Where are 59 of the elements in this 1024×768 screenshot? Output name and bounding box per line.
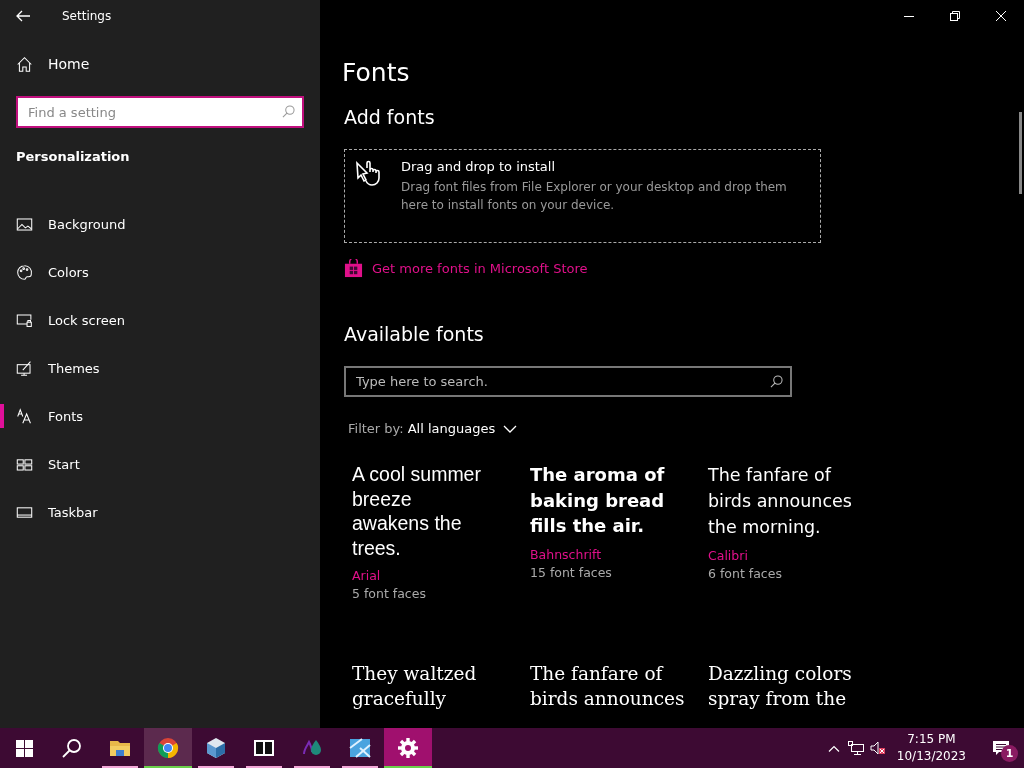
font-preview[interactable]: The aroma of baking bread fills the air.	[530, 462, 708, 539]
store-link[interactable]: Get more fonts in Microsoft Store	[372, 261, 588, 276]
scrollbar-thumb[interactable]	[1019, 112, 1022, 194]
notification-badge: 1	[1001, 745, 1018, 762]
drop-zone-description: Drag font files from File Explorer or your desktop and drop them here to install fonts on your device.	[401, 179, 788, 214]
back-arrow-icon	[16, 10, 30, 22]
font-face-count: 5 font faces	[352, 586, 427, 601]
lock-icon	[16, 311, 33, 329]
window-title: Settings	[62, 9, 112, 23]
taskbar-app[interactable]	[144, 728, 192, 768]
language-dropdown[interactable]: All languages	[407, 421, 496, 436]
themes-icon	[16, 359, 33, 377]
notifications-button[interactable]: 1	[978, 728, 1024, 768]
font-preview[interactable]: They waltzed gracefully	[352, 662, 530, 711]
settings-search-field[interactable]: Find a setting	[16, 96, 304, 128]
font-name: Calibri	[708, 548, 749, 563]
window-grid-icon	[348, 736, 372, 760]
palette-icon	[16, 263, 33, 281]
font-preview[interactable]: Dazzling colors spray from the	[708, 662, 886, 711]
font-preview[interactable]: The fanfare of birds announces the morning.	[708, 462, 886, 540]
search-icon	[62, 738, 82, 758]
settings-icon	[396, 736, 420, 760]
section-heading: Personalization	[15, 148, 131, 166]
font-preview[interactable]: The fanfare of birds announces	[530, 662, 708, 711]
home-icon	[16, 55, 33, 73]
minimize-icon	[904, 15, 914, 17]
browser-icon	[156, 736, 180, 760]
font-name: Arial	[352, 568, 382, 583]
nav-item[interactable]: Themes	[0, 344, 320, 392]
home-nav-item[interactable]: Home	[0, 40, 320, 88]
filter-label: Filter by:	[348, 421, 404, 436]
store-bag-icon	[344, 259, 363, 278]
chevron-down-icon[interactable]	[503, 423, 518, 434]
search-icon	[282, 105, 295, 118]
drop-zone[interactable]: Drag and drop to install Drag font files from File Explorer or your desktop and drop them here to install fonts on your device.	[344, 149, 821, 243]
cube-icon	[204, 736, 228, 760]
font-search-field[interactable]: Type here to search.	[344, 366, 792, 397]
search-icon	[770, 375, 783, 388]
nav-item[interactable]: Colors	[0, 248, 320, 296]
nav-item[interactable]: Start	[0, 440, 320, 488]
clock[interactable]: 7:15 PM 10/13/2023	[888, 731, 978, 765]
restore-icon	[950, 11, 960, 21]
font-face-count: 6 font faces	[708, 566, 783, 581]
close-icon	[996, 11, 1006, 21]
section-heading: Add fonts	[343, 105, 436, 130]
font-preview[interactable]: A cool summer breeze awakens the trees.	[352, 462, 530, 560]
nav-item[interactable]: Background	[0, 200, 320, 248]
font-face-count: 15 font faces	[530, 564, 613, 580]
picture-icon	[16, 215, 33, 233]
nav-item[interactable]: Lock screen	[0, 296, 320, 344]
page-title: Fonts	[342, 57, 411, 89]
fonts-icon	[16, 407, 33, 425]
drop-zone-title: Drag and drop to install	[401, 159, 557, 174]
windows-logo-icon	[15, 739, 33, 757]
taskbar-app[interactable]	[384, 728, 432, 768]
section-heading: Available fonts	[343, 322, 485, 347]
nav-item[interactable]: Taskbar	[0, 488, 320, 536]
font-name: Bahnschrift	[530, 546, 603, 562]
nav-item[interactable]: Fonts	[0, 392, 320, 440]
